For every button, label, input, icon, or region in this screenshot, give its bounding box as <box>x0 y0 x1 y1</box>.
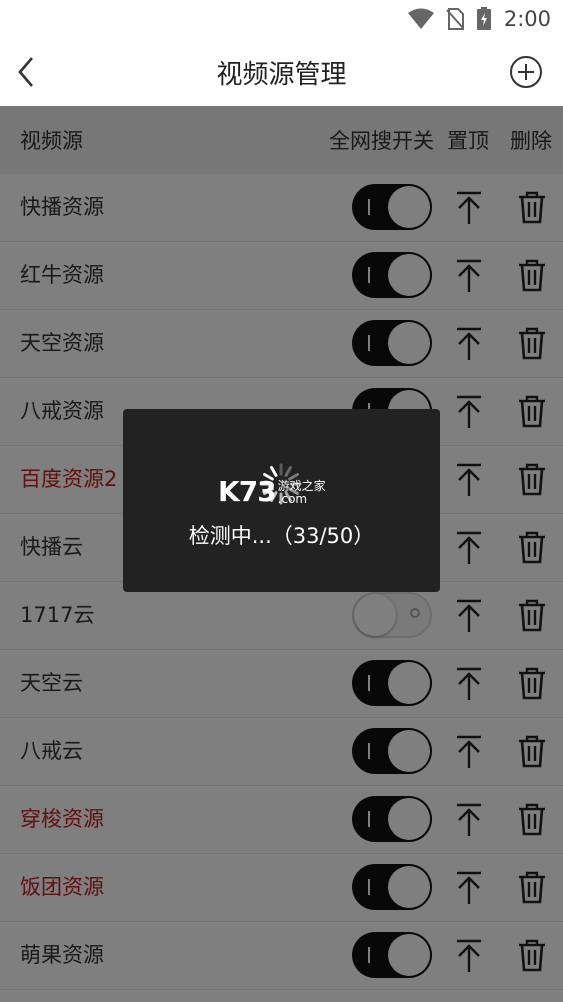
page-title: 视频源管理 <box>216 59 347 90</box>
back-arrow-icon[interactable] <box>14 54 42 90</box>
app-header: 视频源管理 <box>0 38 563 106</box>
watermark-logo: K73 游戏之家 .com <box>218 478 326 506</box>
progress-text: 检测中...（33/50） <box>188 524 375 548</box>
clock-time: 2:00 <box>503 7 551 31</box>
status-bar: 2:00 <box>0 0 563 38</box>
watermark-logo-text: K73 <box>218 475 277 508</box>
battery-charging-icon <box>476 7 492 31</box>
wifi-icon <box>407 8 434 30</box>
add-circle-icon[interactable] <box>509 55 543 89</box>
no-sim-icon <box>446 8 464 30</box>
watermark-line2: .com <box>277 492 308 506</box>
